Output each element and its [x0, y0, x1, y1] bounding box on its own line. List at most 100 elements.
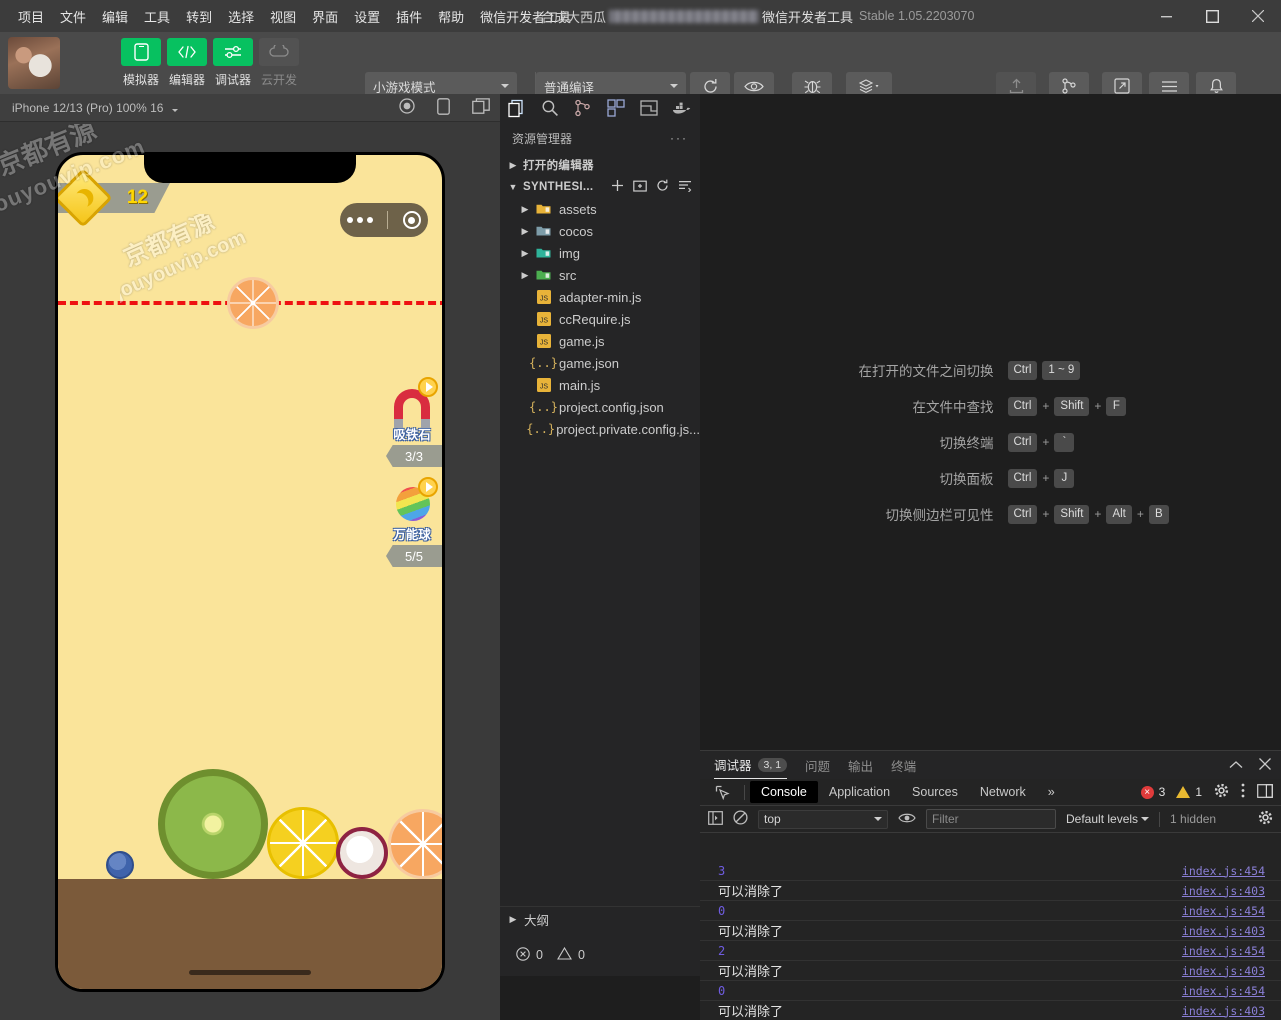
device-selector[interactable]: iPhone 12/13 (Pro) 100% 16 [0, 101, 178, 115]
tab-output[interactable]: 输出 [848, 751, 873, 779]
dock-icon[interactable] [1257, 783, 1273, 801]
menu-item-11[interactable]: 微信开发者工具 [472, 3, 579, 30]
console-log-source[interactable]: index.js:403 [1182, 1004, 1265, 1018]
error-circle-icon[interactable] [516, 946, 530, 964]
devtools-tab-application[interactable]: Application [818, 781, 901, 803]
tree-item-main.js[interactable]: JS main.js [500, 374, 700, 396]
collapse-all-icon[interactable] [678, 180, 692, 195]
menu-item-6[interactable]: 视图 [262, 3, 304, 30]
project-section[interactable]: ▼ SYNTHESI... [500, 176, 700, 198]
devtools-counts[interactable]: × 3 1 [1140, 785, 1202, 799]
console-log-text: 可以消除了 [718, 924, 784, 939]
tree-item-project.private.config.js...[interactable]: {..} project.private.config.js... [500, 418, 700, 440]
multi-window-icon[interactable] [472, 98, 490, 117]
console-log-row[interactable]: 3 index.js:454 [700, 861, 1281, 881]
docker-icon[interactable] [665, 94, 698, 122]
console-log-row[interactable]: 可以消除了 index.js:403 [700, 961, 1281, 981]
tree-item-src[interactable]: ▶ src [500, 264, 700, 286]
menu-item-1[interactable]: 文件 [52, 3, 94, 30]
tree-item-game.json[interactable]: {..} game.json [500, 352, 700, 374]
tab-problems[interactable]: 问题 [805, 751, 830, 779]
menu-item-0[interactable]: 项目 [10, 3, 52, 30]
outline-section[interactable]: ▶ 大纲 [500, 906, 700, 932]
refresh-icon[interactable] [656, 179, 669, 195]
tree-item-cocos[interactable]: ▶ cocos [500, 220, 700, 242]
inspect-icon[interactable] [706, 778, 739, 806]
devtools-tab-sources[interactable]: Sources [901, 781, 969, 803]
tab-terminal[interactable]: 终端 [891, 751, 916, 779]
menu-item-5[interactable]: 选择 [220, 3, 262, 30]
record-icon[interactable] [399, 98, 415, 117]
game-menu-pill[interactable] [340, 203, 428, 237]
console-log-list[interactable]: 3 index.js:454 可以消除了 index.js:403 0 index.js:… [700, 861, 1281, 1020]
console-log-source[interactable]: index.js:454 [1182, 864, 1265, 878]
console-log-source[interactable]: index.js:403 [1182, 964, 1265, 978]
close-icon[interactable] [1259, 757, 1271, 773]
console-log-source[interactable]: index.js:403 [1182, 924, 1265, 938]
layout-icon[interactable] [632, 94, 665, 122]
record-icon[interactable] [402, 211, 421, 229]
menu-item-8[interactable]: 设置 [346, 3, 388, 30]
console-log-source[interactable]: index.js:454 [1182, 904, 1265, 918]
console-levels-select[interactable]: Default levels [1066, 812, 1150, 826]
game-viewport[interactable]: 12 吸铁石 3/3 万能球 5/5 [55, 152, 445, 992]
console-context-select[interactable]: top [758, 809, 888, 829]
live-expression-icon[interactable] [898, 812, 916, 827]
gear-icon[interactable] [1214, 783, 1229, 801]
console-sidebar-icon[interactable] [708, 810, 723, 828]
ellipsis-icon[interactable]: ··· [670, 131, 688, 145]
user-avatar[interactable] [8, 37, 60, 89]
open-editors-section[interactable]: ▶ 打开的编辑器 [500, 154, 700, 176]
console-log-row[interactable]: 可以消除了 index.js:403 [700, 1001, 1281, 1020]
toolbar-debugger-button[interactable]: 调试器 [210, 38, 256, 88]
tree-item-img[interactable]: ▶ img [500, 242, 700, 264]
extensions-icon[interactable] [599, 94, 632, 122]
console-log-source[interactable]: index.js:454 [1182, 984, 1265, 998]
tree-item-project.config.json[interactable]: {..} project.config.json [500, 396, 700, 418]
clear-console-icon[interactable] [733, 810, 748, 828]
tree-item-game.js[interactable]: JS game.js [500, 330, 700, 352]
tree-item-adapter-min.js[interactable]: JS adapter-min.js [500, 286, 700, 308]
menu-item-10[interactable]: 帮助 [430, 3, 472, 30]
tree-item-ccRequire.js[interactable]: JS ccRequire.js [500, 308, 700, 330]
console-log-row[interactable]: 2 index.js:454 [700, 941, 1281, 961]
tree-item-assets[interactable]: ▶ assets [500, 198, 700, 220]
tree-item-label: src [559, 267, 577, 283]
powerup-magnet[interactable]: 吸铁石 3/3 [382, 377, 442, 467]
toolbar-editor-button[interactable]: 编辑器 [164, 38, 210, 88]
devtools-tab-console[interactable]: Console [750, 781, 818, 803]
menu-item-2[interactable]: 编辑 [94, 3, 136, 30]
console-log-row[interactable]: 可以消除了 index.js:403 [700, 921, 1281, 941]
tab-debugger[interactable]: 调试器 3, 1 [714, 751, 788, 779]
toolbar-cloud-button[interactable]: 云开发 [256, 38, 302, 88]
search-icon[interactable] [533, 94, 566, 122]
menu-item-7[interactable]: 界面 [304, 3, 346, 30]
new-file-icon[interactable] [611, 179, 624, 195]
warning-triangle-icon[interactable] [556, 946, 572, 963]
new-folder-icon[interactable] [633, 179, 647, 195]
console-log-row[interactable]: 0 index.js:454 [700, 981, 1281, 1001]
menu-item-4[interactable]: 转到 [178, 3, 220, 30]
menu-dots-icon[interactable] [347, 217, 374, 223]
gear-icon[interactable] [1258, 810, 1273, 828]
toolbar-simulator-button[interactable]: 模拟器 [118, 38, 164, 88]
console-log-row[interactable]: 0 index.js:454 [700, 901, 1281, 921]
powerup-rainbowball[interactable]: 万能球 5/5 [382, 477, 442, 567]
kebab-icon[interactable] [1241, 783, 1245, 801]
devtools-tab-network[interactable]: Network [969, 781, 1037, 803]
console-log-source[interactable]: index.js:403 [1182, 884, 1265, 898]
phone-rotate-icon[interactable] [437, 97, 450, 118]
window-controls [1143, 0, 1281, 32]
menu-item-3[interactable]: 工具 [136, 3, 178, 30]
chevron-up-icon[interactable] [1229, 758, 1243, 773]
close-button[interactable] [1235, 0, 1281, 32]
devtools-more-tabs[interactable]: » [1037, 781, 1066, 803]
console-log-row[interactable]: 可以消除了 index.js:403 [700, 881, 1281, 901]
console-filter-input[interactable]: Filter [926, 809, 1056, 829]
menu-item-9[interactable]: 插件 [388, 3, 430, 30]
source-control-icon[interactable] [566, 94, 599, 122]
minimize-button[interactable] [1143, 0, 1189, 32]
files-icon[interactable] [500, 94, 533, 122]
maximize-button[interactable] [1189, 0, 1235, 32]
console-log-source[interactable]: index.js:454 [1182, 944, 1265, 958]
